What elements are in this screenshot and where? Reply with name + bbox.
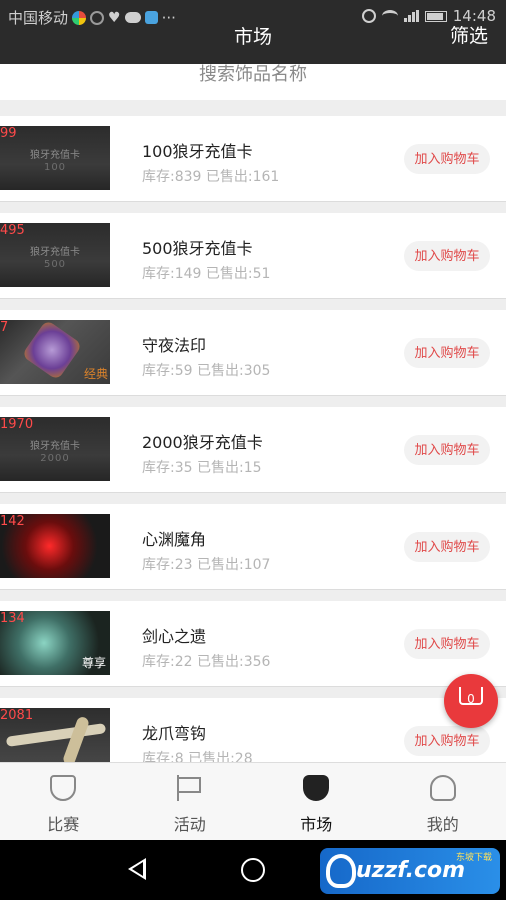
card-number: 100	[43, 162, 67, 173]
item-stock: 库存:839 已售出:161	[142, 169, 280, 185]
item-price: 1970	[0, 417, 34, 432]
item-price: 2081	[0, 708, 34, 723]
item-stock: 库存:23 已售出:107	[142, 557, 271, 573]
watermark-logo-icon	[326, 854, 356, 888]
list-item[interactable]: 134 尊享 剑心之遗 库存:22 已售出:356 加入购物车	[0, 601, 506, 687]
filter-button[interactable]: 筛选	[450, 21, 488, 48]
tab-label: 活动	[173, 815, 206, 834]
item-thumbnail: 2081	[0, 708, 110, 762]
system-nav-bar: uzzf.com 东坡下载	[0, 840, 506, 900]
item-thumbnail: 134 尊享	[0, 611, 110, 675]
item-price: 99	[0, 126, 17, 141]
item-thumbnail: 495 狼牙充值卡 500	[0, 223, 110, 287]
rarity-tag: 经典	[83, 367, 108, 381]
tab-label: 比赛	[47, 815, 80, 834]
add-to-cart-button[interactable]: 加入购物车	[404, 144, 490, 174]
watermark-text: uzzf.com	[356, 858, 466, 883]
card-number: 500	[43, 259, 67, 270]
item-name: 心渊魔角	[142, 530, 207, 549]
list-item[interactable]: 99 狼牙充值卡 100 100狼牙充值卡 库存:839 已售出:161 加入购…	[0, 116, 506, 202]
item-name: 100狼牙充值卡	[142, 142, 253, 161]
search-input[interactable]: 搜索饰品名称	[0, 64, 506, 100]
item-name: 2000狼牙充值卡	[142, 433, 263, 452]
item-price: 7	[0, 320, 9, 335]
watermark-subtext: 东坡下载	[455, 853, 492, 863]
tab-matches[interactable]: 比赛	[0, 763, 127, 840]
bottom-tab-bar: 比赛 活动 市场 我的	[0, 762, 506, 840]
add-to-cart-button[interactable]: 加入购物车	[404, 726, 490, 756]
flag-icon	[176, 775, 203, 801]
item-list[interactable]: 99 狼牙充值卡 100 100狼牙充值卡 库存:839 已售出:161 加入购…	[0, 116, 506, 762]
tab-market[interactable]: 市场	[253, 763, 380, 840]
rarity-tag: 尊享	[81, 656, 106, 670]
item-stock: 库存:8 已售出:28	[142, 751, 253, 762]
item-name: 龙爪弯钩	[142, 724, 207, 743]
tab-events[interactable]: 活动	[127, 763, 254, 840]
list-item[interactable]: 1970 狼牙充值卡 2000 2000狼牙充值卡 库存:35 已售出:15 加…	[0, 407, 506, 493]
title-area: 市场 筛选	[0, 0, 506, 64]
market-icon	[303, 775, 330, 801]
item-thumbnail: 1970 狼牙充值卡 2000	[0, 417, 110, 481]
add-to-cart-button[interactable]: 加入购物车	[404, 532, 490, 562]
item-thumbnail: 99 狼牙充值卡 100	[0, 126, 110, 190]
item-stock: 库存:22 已售出:356	[142, 654, 271, 670]
cart-count: 0	[467, 692, 475, 706]
add-to-cart-button[interactable]: 加入购物车	[404, 435, 490, 465]
tab-label: 我的	[426, 815, 459, 834]
item-stock: 库存:59 已售出:305	[142, 363, 271, 379]
add-to-cart-button[interactable]: 加入购物车	[404, 629, 490, 659]
tab-label: 市场	[300, 815, 333, 834]
user-icon	[429, 775, 456, 801]
list-item[interactable]: 495 狼牙充值卡 500 500狼牙充值卡 库存:149 已售出:51 加入购…	[0, 213, 506, 299]
shield-icon	[50, 775, 77, 801]
card-text: 狼牙充值卡	[30, 441, 80, 452]
item-price: 142	[0, 514, 25, 529]
item-thumbnail: 7 经典	[0, 320, 110, 384]
tab-profile[interactable]: 我的	[380, 763, 506, 840]
card-number: 2000	[40, 453, 70, 464]
site-watermark: uzzf.com 东坡下载	[320, 848, 500, 894]
list-item[interactable]: 142 心渊魔角 库存:23 已售出:107 加入购物车	[0, 504, 506, 590]
item-stock: 库存:149 已售出:51	[142, 266, 271, 282]
list-item[interactable]: 7 经典 守夜法印 库存:59 已售出:305 加入购物车	[0, 310, 506, 396]
list-item[interactable]: 2081 龙爪弯钩 库存:8 已售出:28 加入购物车	[0, 698, 506, 762]
item-thumbnail: 142	[0, 514, 110, 578]
back-icon-inner	[132, 862, 143, 876]
floating-cart-button[interactable]: 0	[444, 674, 498, 728]
card-text: 狼牙充值卡	[30, 247, 80, 258]
item-price: 134	[0, 611, 25, 626]
item-stock: 库存:35 已售出:15	[142, 460, 262, 476]
item-name: 守夜法印	[142, 336, 207, 355]
item-name: 剑心之遗	[142, 627, 207, 646]
home-icon[interactable]	[241, 858, 265, 882]
add-to-cart-button[interactable]: 加入购物车	[404, 338, 490, 368]
add-to-cart-button[interactable]: 加入购物车	[404, 241, 490, 271]
page-title: 市场	[233, 26, 272, 48]
item-price: 495	[0, 223, 25, 238]
item-name: 500狼牙充值卡	[142, 239, 253, 258]
card-text: 狼牙充值卡	[30, 150, 80, 161]
